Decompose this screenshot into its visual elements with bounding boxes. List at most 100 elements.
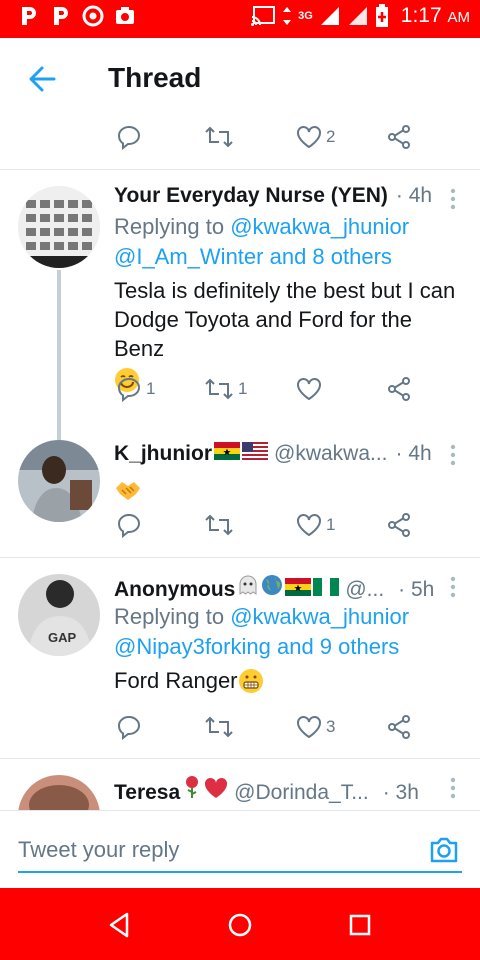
us-flag-icon: [242, 442, 268, 460]
rose-emoji-icon: [186, 776, 199, 798]
reply-count: 1: [146, 379, 156, 398]
retweet-button[interactable]: 1: [204, 376, 247, 402]
retweet-icon: [205, 514, 233, 536]
avatar[interactable]: [18, 440, 100, 522]
back-arrow-icon[interactable]: [24, 62, 60, 96]
reply-input[interactable]: [18, 829, 462, 873]
camera-icon[interactable]: [428, 835, 460, 865]
reply-icon: [117, 377, 141, 402]
camera-app-icon: [114, 5, 136, 27]
reply-button[interactable]: [116, 714, 142, 740]
more-options-icon[interactable]: [448, 444, 458, 466]
share-icon: [388, 715, 410, 739]
like-button[interactable]: [296, 376, 326, 402]
avatar[interactable]: [18, 775, 100, 810]
tweet-time: · 3h: [382, 781, 419, 804]
replying-to-more[interactable]: @I_Am_Winter and 8 others: [114, 242, 460, 272]
replying-to: Replying to @kwakwa_jhunior: [114, 604, 410, 629]
tweet-text: Ford Ranger: [114, 666, 460, 695]
like-count: 1: [326, 515, 336, 534]
tweet[interactable]: Your Everyday Nurse (YEN) · 4h Replying …: [0, 170, 480, 420]
retweet-icon: [205, 378, 233, 400]
page-title: Thread: [108, 62, 202, 93]
heart-icon: [297, 514, 321, 537]
red-heart-emoji-icon: [205, 777, 228, 798]
grimacing-face-emoji-icon: [238, 669, 263, 693]
share-button[interactable]: [386, 124, 412, 150]
nigeria-flag-icon: [313, 578, 340, 596]
system-nav-bar: [0, 888, 480, 960]
mention-link[interactable]: @Nipay3forking: [114, 634, 271, 659]
more-options-icon[interactable]: [448, 188, 458, 210]
reply-button[interactable]: 1: [116, 376, 155, 402]
share-button[interactable]: [386, 376, 412, 402]
more-options-icon[interactable]: [448, 777, 458, 799]
replying-to-more[interactable]: @Nipay3forking and 9 others: [114, 632, 460, 662]
mention-link[interactable]: @kwakwa_jhunior: [230, 604, 409, 629]
like-button[interactable]: 1: [296, 512, 335, 538]
network-type: 3G: [298, 10, 313, 22]
handshake-emoji-icon: [116, 482, 140, 500]
mention-link[interactable]: @kwakwa_jhunior: [230, 214, 409, 239]
retweet-button[interactable]: [204, 714, 234, 740]
reply-composer: [0, 810, 480, 888]
signal-icon: [320, 7, 339, 25]
tweet-time: · 4h: [395, 184, 433, 207]
tweet[interactable]: Teresa @Dorinda_T... · 3h: [0, 759, 480, 810]
tweet-time: · 5h: [398, 578, 435, 601]
app-header: Thread: [0, 38, 480, 120]
retweet-button[interactable]: [204, 124, 234, 150]
user-handle[interactable]: @...: [345, 578, 384, 602]
previous-tweet-actions: 2: [0, 120, 480, 170]
display-name[interactable]: Your Everyday Nurse (YEN): [114, 184, 388, 208]
back-triangle-icon[interactable]: [105, 910, 135, 940]
tweet[interactable]: GAP Anonymous @... · 5h Replying to @kwa…: [0, 558, 480, 758]
user-handle[interactable]: @kwakwa...: [274, 442, 388, 466]
p-app-icon: [18, 5, 40, 27]
like-button[interactable]: 2: [296, 124, 335, 150]
retweet-icon: [205, 126, 233, 148]
tweet-actions: 3: [0, 714, 480, 754]
heart-icon: [297, 378, 321, 401]
avatar[interactable]: GAP: [18, 574, 100, 656]
recents-square-icon[interactable]: [345, 910, 375, 940]
reply-icon: [117, 715, 141, 740]
battery-icon: [375, 4, 388, 27]
p-app-icon: [50, 5, 72, 27]
heart-icon: [297, 716, 321, 739]
avatar[interactable]: [18, 186, 100, 268]
svg-text:GAP: GAP: [48, 630, 77, 645]
like-count: 3: [326, 717, 336, 736]
tweet-text: [114, 478, 460, 509]
share-icon: [388, 377, 410, 401]
tweet-actions: 1: [0, 512, 480, 552]
reply-button[interactable]: [116, 512, 142, 538]
reply-button[interactable]: [116, 124, 142, 150]
chrome-icon: [82, 5, 104, 27]
home-circle-icon[interactable]: [225, 910, 255, 940]
retweet-button[interactable]: [204, 512, 234, 538]
retweet-icon: [205, 716, 233, 738]
cast-icon: [251, 6, 276, 26]
user-handle[interactable]: @Dorinda_T...: [234, 781, 369, 805]
signal-icon: [348, 7, 367, 25]
globe-emoji-icon: [262, 575, 283, 595]
mention-link[interactable]: @I_Am_Winter: [114, 244, 263, 269]
share-button[interactable]: [386, 512, 412, 538]
more-options-icon[interactable]: [448, 576, 458, 598]
heart-icon: [297, 126, 321, 149]
clock: 1:17 AM: [400, 4, 470, 27]
ghana-flag-icon: [214, 442, 240, 460]
status-bar: 3G 1:17 AM: [0, 0, 480, 38]
tweet-actions: 1 1: [0, 376, 480, 416]
like-button[interactable]: 3: [296, 714, 335, 740]
tweet[interactable]: K_jhunior @kwakwa... · 4h 1: [0, 428, 480, 558]
share-button[interactable]: [386, 714, 412, 740]
data-arrows-icon: [283, 7, 292, 25]
display-name[interactable]: Anonymous: [114, 578, 235, 602]
display-name[interactable]: Teresa: [114, 781, 180, 805]
ghana-flag-icon: [285, 578, 312, 596]
retweet-count: 1: [238, 379, 248, 398]
display-name[interactable]: K_jhunior: [114, 442, 212, 466]
like-count: 2: [326, 127, 336, 146]
